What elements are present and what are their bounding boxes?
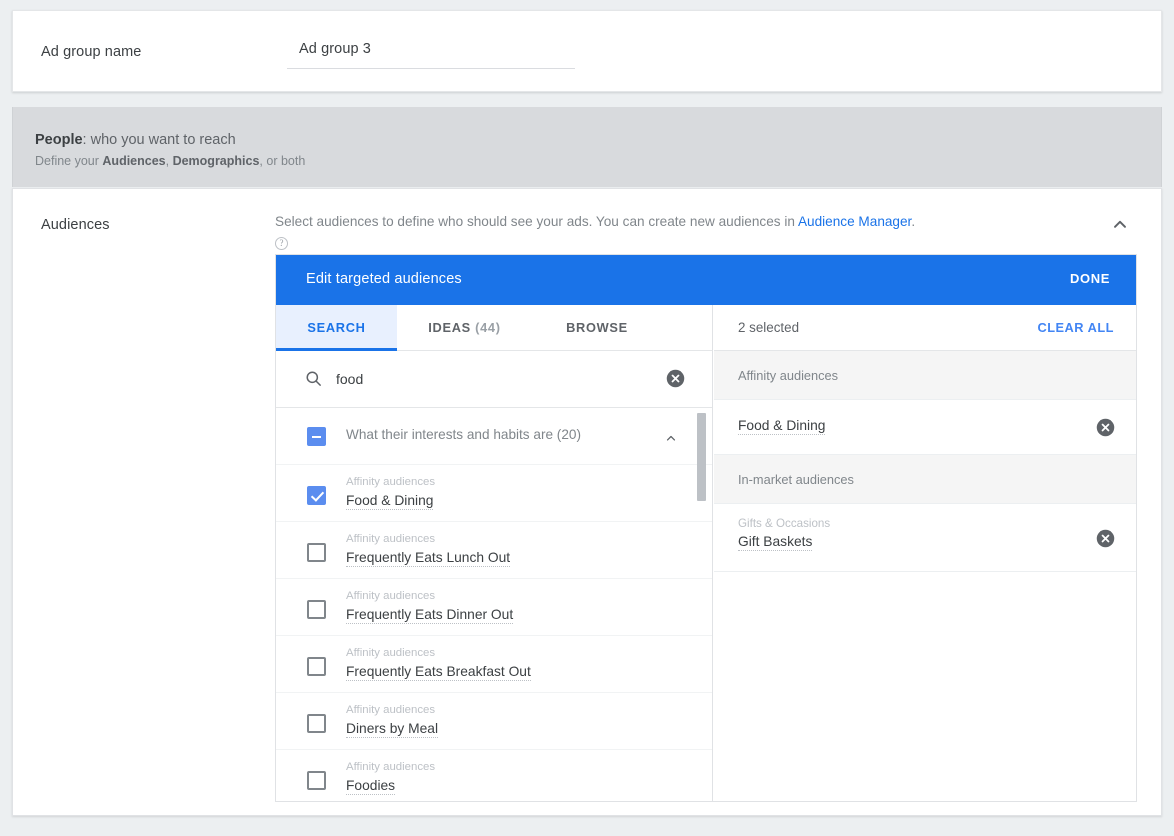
tab-search[interactable]: SEARCH <box>276 305 397 351</box>
edit-targeted-audiences-dialog: Edit targeted audiences DONE SEARCH IDEA… <box>275 254 1137 802</box>
people-sub-suffix: , or both <box>259 154 306 168</box>
dialog-body: SEARCH IDEAS (44) BROWSE food What their… <box>276 305 1136 801</box>
audiences-section-card: Audiences Select audiences to define who… <box>12 188 1162 816</box>
item-checkbox[interactable] <box>307 543 326 562</box>
selected-item-category: Gifts & Occasions <box>738 517 831 530</box>
item-name[interactable]: Foodies <box>346 778 396 795</box>
dialog-left-column: SEARCH IDEAS (44) BROWSE food What their… <box>276 305 713 801</box>
group-checkbox[interactable] <box>307 427 326 446</box>
group-chevron-up-icon[interactable] <box>662 429 680 452</box>
audience-manager-link[interactable]: Audience Manager <box>798 214 911 229</box>
item-checkbox[interactable] <box>307 714 326 733</box>
selected-group-header-label: Affinity audiences <box>738 368 839 383</box>
dialog-tabs: SEARCH IDEAS (44) BROWSE <box>276 305 712 351</box>
item-name[interactable]: Frequently Eats Breakfast Out <box>346 664 531 681</box>
people-section-title: People: who you want to reach <box>35 132 236 148</box>
item-checkbox[interactable] <box>307 600 326 619</box>
list-item[interactable]: Affinity audiences Frequently Eats Lunch… <box>276 522 712 579</box>
page-root: Ad group name People: who you want to re… <box>0 0 1174 836</box>
people-sub-demographics: Demographics <box>172 154 260 168</box>
dialog-header: Edit targeted audiences DONE <box>276 255 1136 305</box>
item-checkbox[interactable] <box>307 657 326 676</box>
ad-group-name-label: Ad group name <box>41 44 142 60</box>
search-input[interactable] <box>334 367 664 391</box>
audiences-help-sentence: Select audiences to define who should se… <box>275 214 798 229</box>
search-row <box>276 351 712 408</box>
audiences-help-text: Select audiences to define who should se… <box>275 213 1095 252</box>
audience-results-list[interactable]: What their interests and habits are (20)… <box>276 408 712 801</box>
selected-group-header: Affinity audiences <box>714 351 1136 400</box>
item-category: Affinity audiences <box>346 761 436 773</box>
tab-ideas-label: IDEAS <box>428 320 471 335</box>
selected-list-item[interactable]: Gifts & Occasions Gift Baskets <box>714 504 1136 572</box>
clear-circle-icon[interactable] <box>665 368 686 394</box>
audiences-label: Audiences <box>41 217 110 233</box>
people-section-subtitle: Define your Audiences, Demographics, or … <box>35 154 305 168</box>
tab-search-label: SEARCH <box>307 320 366 335</box>
item-category: Affinity audiences <box>346 647 436 659</box>
chevron-up-icon[interactable] <box>1107 211 1133 237</box>
selected-group-header-label: In-market audiences <box>738 472 854 487</box>
item-category: Affinity audiences <box>346 476 436 488</box>
done-button[interactable]: DONE <box>1070 271 1110 286</box>
list-scrollbar-thumb[interactable] <box>697 413 706 501</box>
people-sub-mid: , <box>165 154 173 168</box>
list-item[interactable]: Affinity audiences Foodies <box>276 750 712 801</box>
list-item[interactable]: Affinity audiences Frequently Eats Dinne… <box>276 579 712 636</box>
list-item[interactable]: Affinity audiences Frequently Eats Break… <box>276 636 712 693</box>
list-item[interactable]: Affinity audiences Diners by Meal <box>276 693 712 750</box>
ad-group-name-card: Ad group name <box>12 10 1162 92</box>
people-title-strong: People <box>35 132 83 148</box>
dialog-title: Edit targeted audiences <box>306 271 462 287</box>
help-icon[interactable]: ? <box>275 237 288 251</box>
item-category: Affinity audiences <box>346 704 436 716</box>
selected-item-name[interactable]: Gift Baskets <box>738 534 813 551</box>
tab-browse[interactable]: BROWSE <box>532 305 662 351</box>
selected-audiences-panel: 2 selected CLEAR ALL Affinity audiences … <box>714 305 1136 801</box>
tab-ideas-count: (44) <box>475 320 501 335</box>
list-item[interactable]: Affinity audiences Food & Dining <box>276 465 712 522</box>
selected-panel-header: 2 selected CLEAR ALL <box>714 305 1136 351</box>
selected-list-item[interactable]: Food & Dining <box>714 400 1136 455</box>
selected-count: 2 selected <box>738 320 800 335</box>
people-title-rest: : who you want to reach <box>82 132 236 148</box>
item-name[interactable]: Food & Dining <box>346 493 434 510</box>
item-name[interactable]: Diners by Meal <box>346 721 439 738</box>
selected-group-header: In-market audiences <box>714 455 1136 504</box>
people-sub-prefix: Define your <box>35 154 103 168</box>
item-category: Affinity audiences <box>346 590 436 602</box>
item-checkbox[interactable] <box>307 771 326 790</box>
results-group-row[interactable]: What their interests and habits are (20) <box>276 408 712 465</box>
audiences-help-period: . <box>911 214 916 229</box>
ad-group-name-field <box>287 39 575 69</box>
search-icon <box>304 369 323 393</box>
item-name[interactable]: Frequently Eats Dinner Out <box>346 607 514 624</box>
group-label: What their interests and habits are (20) <box>346 427 581 442</box>
people-sub-audiences: Audiences <box>102 154 166 168</box>
tab-ideas[interactable]: IDEAS (44) <box>397 305 532 351</box>
item-category: Affinity audiences <box>346 533 436 545</box>
clear-all-button[interactable]: CLEAR ALL <box>1037 320 1114 335</box>
selected-item-name[interactable]: Food & Dining <box>738 418 826 435</box>
item-name[interactable]: Frequently Eats Lunch Out <box>346 550 511 567</box>
remove-circle-icon[interactable] <box>1095 417 1116 443</box>
ad-group-name-input[interactable] <box>287 39 575 69</box>
people-section-band: People: who you want to reach Define you… <box>12 107 1162 187</box>
tab-browse-label: BROWSE <box>566 320 628 335</box>
item-checkbox[interactable] <box>307 486 326 505</box>
remove-circle-icon[interactable] <box>1095 528 1116 554</box>
